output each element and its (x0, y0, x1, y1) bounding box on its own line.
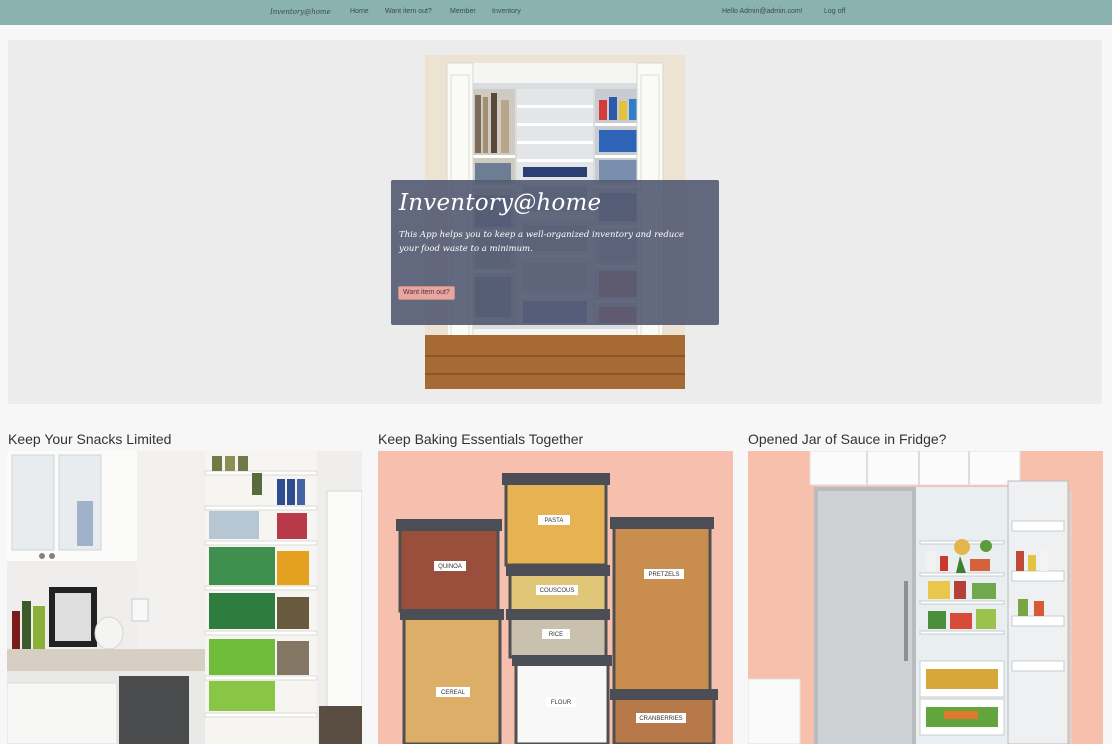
card-title-fridge: Opened Jar of Sauce in Fridge? (748, 431, 947, 447)
nav-link-member[interactable]: Member (450, 8, 476, 15)
hero-banner: Inventory@home This App helps you to kee… (8, 40, 1102, 404)
brand-link[interactable]: Inventory@home (270, 8, 331, 16)
nav-link-want-item-out[interactable]: Want item out? (385, 8, 432, 15)
card-title-baking: Keep Baking Essentials Together (378, 431, 584, 447)
top-navbar: Inventory@home Home Want item out? Membe… (0, 0, 1112, 25)
hero-caption-card: Inventory@home This App helps you to kee… (391, 180, 719, 325)
nav-link-home[interactable]: Home (350, 8, 369, 15)
jar-label-pretzels: PRETZELS (648, 572, 679, 578)
baking-jars-image: PASTA QUINOA COUSCOUS PRETZELS RICE CERE… (378, 451, 733, 744)
jar-label-flour: FLOUR (551, 700, 572, 706)
nav-link-inventory[interactable]: Inventory (492, 8, 521, 15)
logout-link[interactable]: Log off (824, 8, 845, 15)
snacks-kitchen-image (7, 451, 362, 744)
hero-description: This App helps you to keep a well-organi… (399, 230, 685, 254)
want-item-out-button[interactable]: Want item out? (398, 286, 455, 300)
hero-title: Inventory@home (399, 190, 602, 216)
fridge-image (748, 451, 1103, 744)
jar-label-cereal: CEREAL (441, 690, 466, 696)
jar-label-cranberries: CRANBERRIES (639, 716, 682, 722)
user-greeting-link[interactable]: Hello Admin@admin.com! (722, 8, 803, 15)
jar-label-pasta: PASTA (545, 518, 564, 524)
jar-label-quinoa: QUINOA (438, 564, 462, 570)
jar-label-couscous: COUSCOUS (540, 588, 575, 594)
card-title-snacks: Keep Your Snacks Limited (8, 431, 172, 447)
jar-label-rice: RICE (549, 632, 563, 638)
